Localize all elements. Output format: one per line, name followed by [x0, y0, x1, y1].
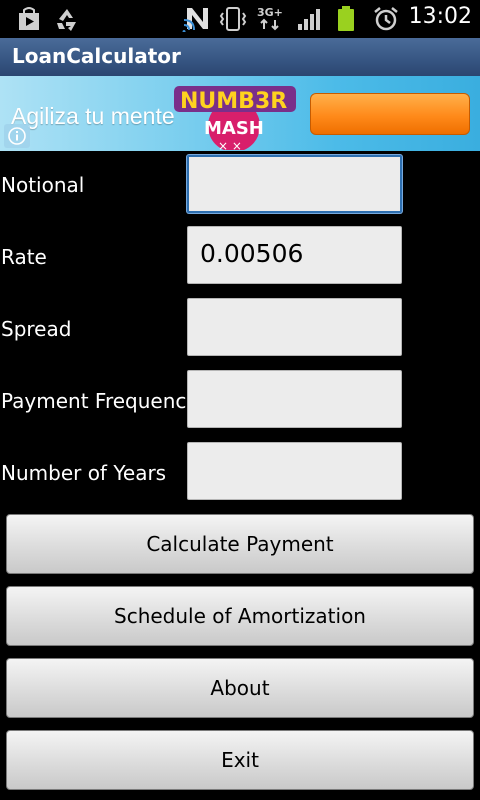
play-store-icon [19, 7, 39, 30]
schedule-of-amortization-button[interactable]: Schedule of Amortization [6, 586, 474, 646]
spread-label: Spread [1, 317, 72, 341]
number-of-years-input[interactable] [187, 442, 402, 500]
status-bar: 3G+ 13:02 [0, 0, 480, 38]
svg-text:MASH: MASH [204, 118, 264, 139]
payment-frequency-label: Payment Frequency [1, 389, 199, 413]
calculate-payment-button[interactable]: Calculate Payment [6, 514, 474, 574]
number-of-years-label: Number of Years [1, 461, 167, 485]
vibrate-icon [219, 7, 247, 31]
about-button[interactable]: About [6, 658, 474, 718]
signal-bars-icon [298, 9, 320, 30]
app-title: LoanCalculator [12, 44, 181, 68]
ad-banner[interactable]: Agiliza tu mente NUMB3R MASH × × [0, 76, 480, 151]
exit-button[interactable]: Exit [6, 730, 474, 790]
recycle-icon [57, 9, 76, 31]
ad-cta-button[interactable] [310, 93, 470, 135]
number-mash-logo: NUMB3R MASH × × [174, 86, 296, 150]
spread-input[interactable] [187, 298, 402, 356]
info-icon[interactable] [4, 124, 30, 148]
wifi-signal-icon [182, 19, 195, 32]
svg-text:NUMB3R: NUMB3R [180, 89, 287, 114]
alarm-icon [374, 7, 398, 31]
payment-frequency-input[interactable] [187, 370, 402, 428]
notional-label: Notional [1, 173, 85, 197]
battery-icon [338, 6, 354, 31]
ad-tagline: Agiliza tu mente [11, 103, 175, 129]
notional-input[interactable] [187, 155, 402, 213]
app-title-bar: LoanCalculator [0, 38, 480, 77]
3g-data-icon: 3G+ [257, 6, 283, 31]
rate-label: Rate [1, 245, 47, 269]
svg-text:× ×: × × [218, 139, 242, 150]
rate-input[interactable]: 0.00506 [187, 226, 402, 284]
svg-text:3G+: 3G+ [257, 6, 283, 19]
clock-time: 13:02 [408, 4, 472, 29]
